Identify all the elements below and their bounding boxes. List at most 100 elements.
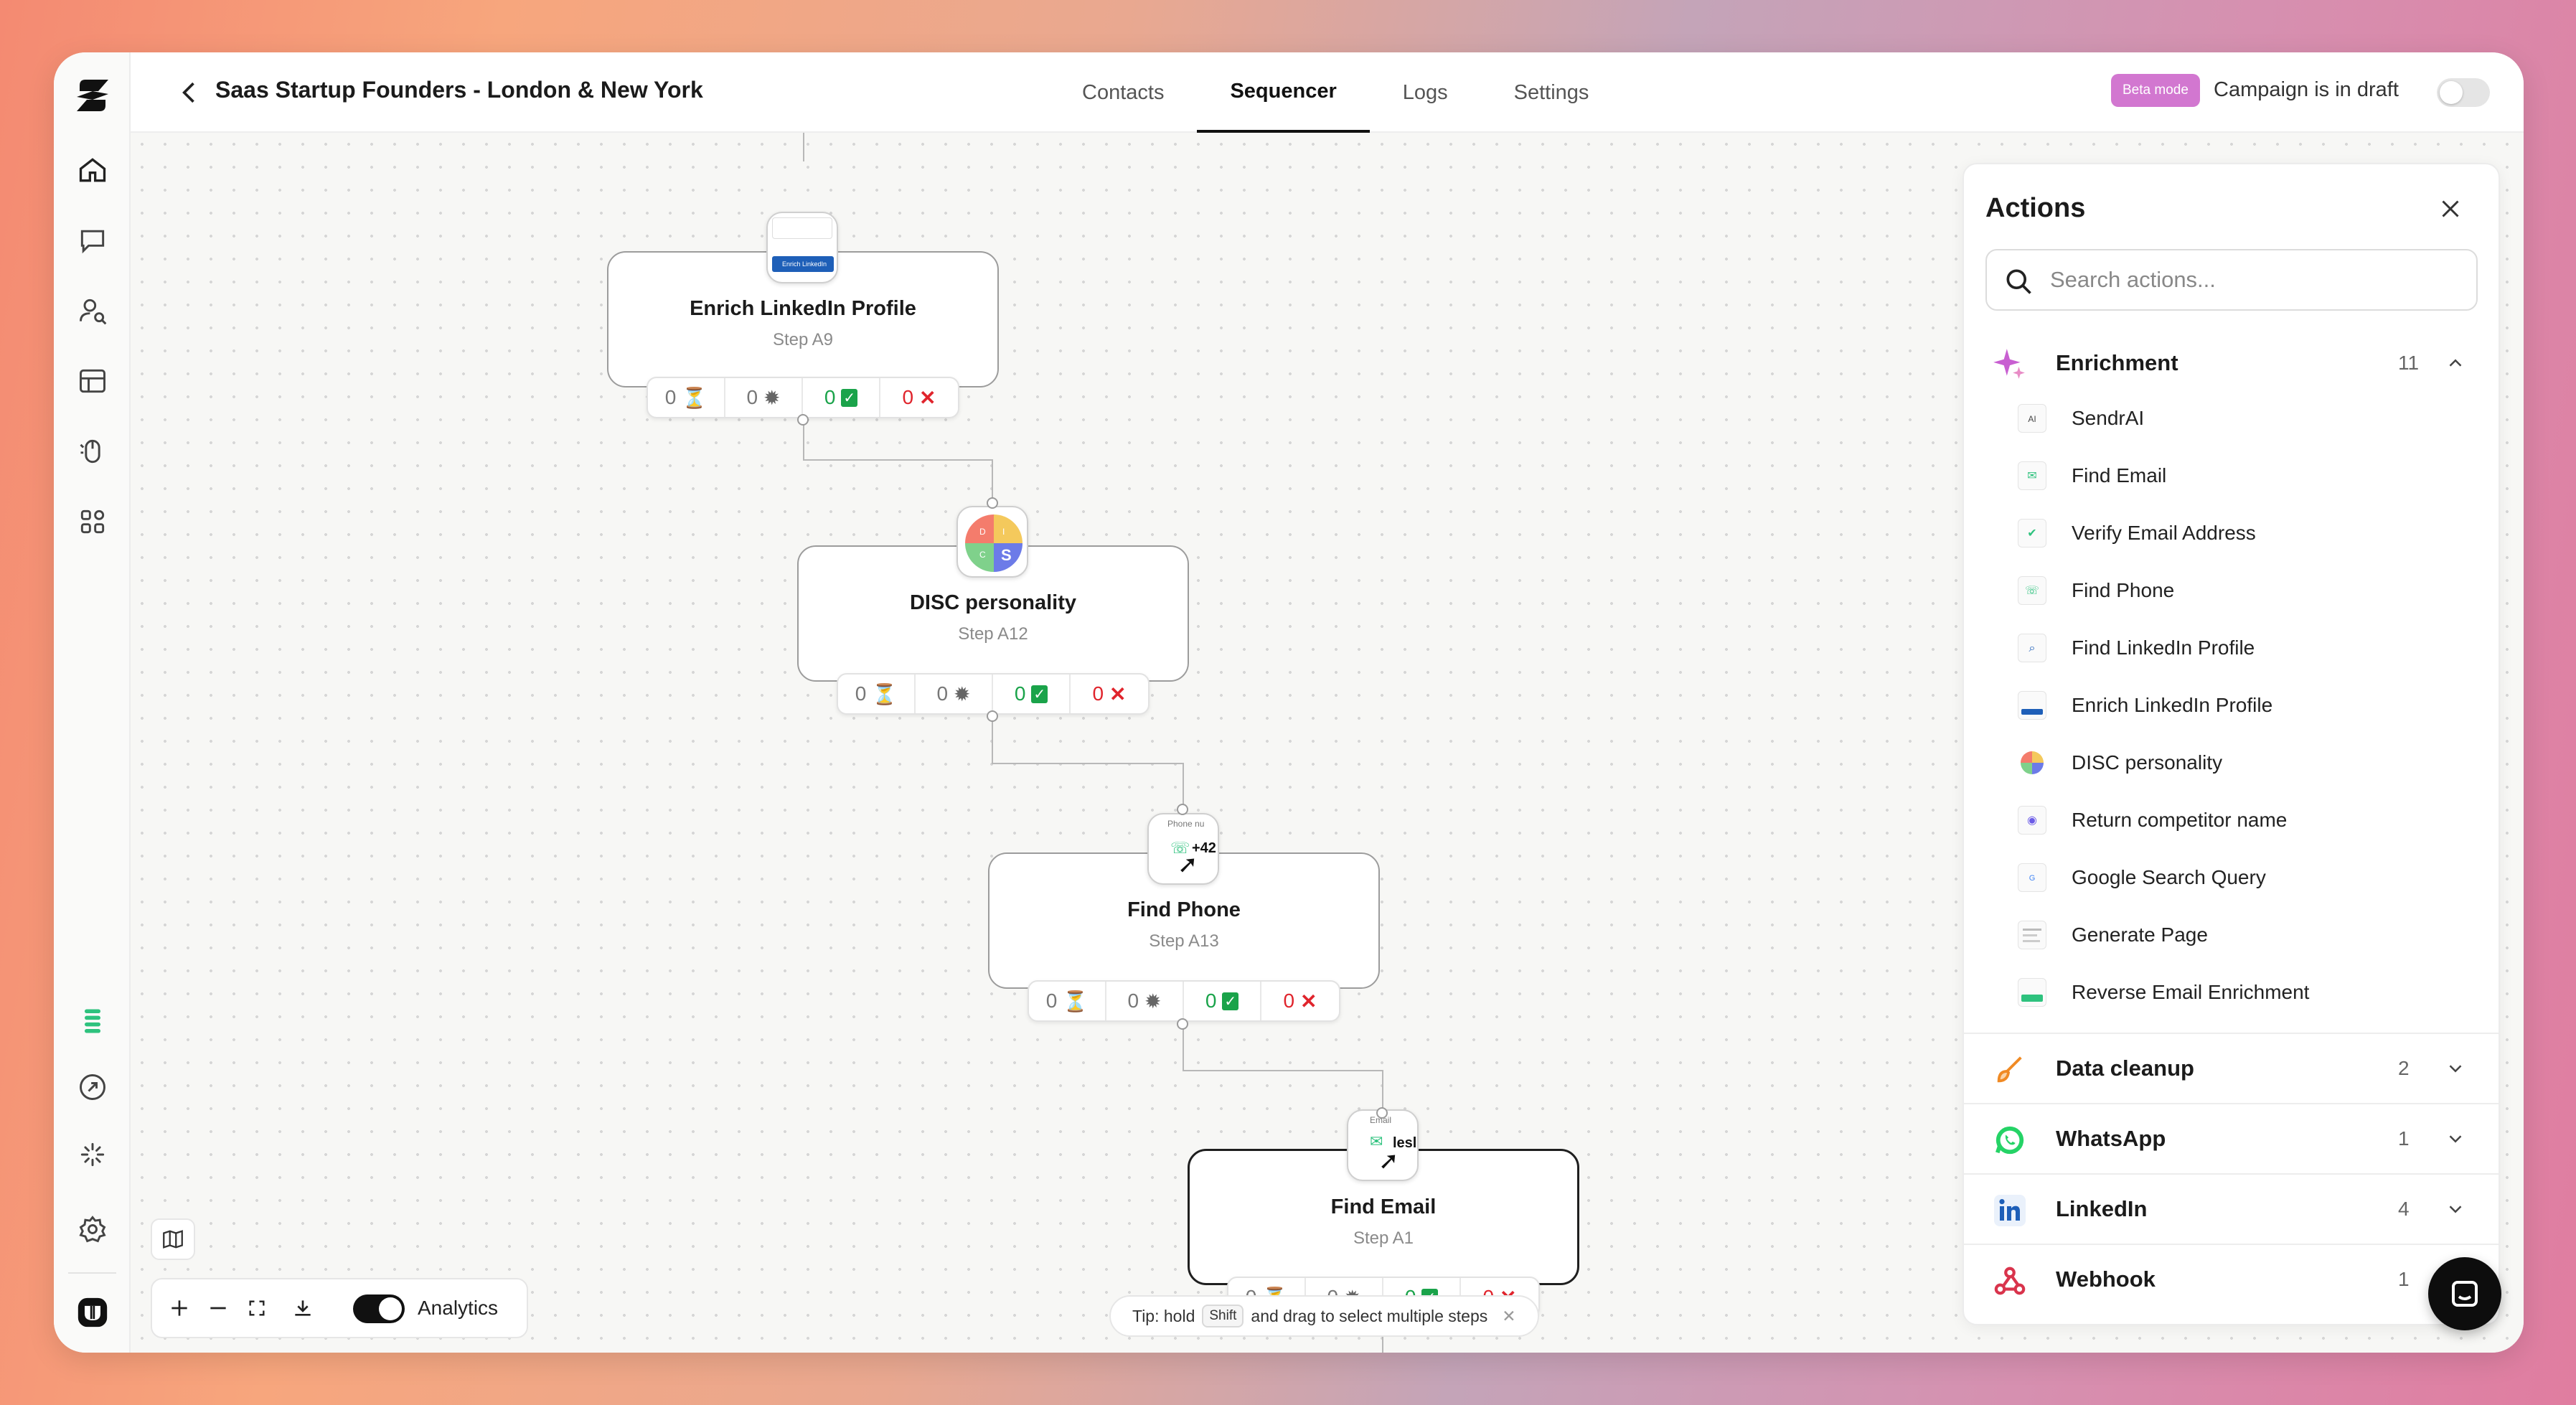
search-box[interactable]: [1985, 249, 2478, 311]
minus-icon: [210, 1307, 226, 1310]
cross-icon: ✕: [919, 386, 936, 409]
svg-text:D: D: [979, 527, 986, 537]
panel-title: Actions: [1985, 193, 2086, 223]
beta-badge: Beta mode: [2111, 74, 2200, 107]
search-input[interactable]: [2050, 263, 2452, 296]
loader-icon[interactable]: [74, 1136, 111, 1173]
cross-icon: ✕: [1300, 990, 1317, 1012]
cog-icon: ✹: [1144, 990, 1162, 1012]
action-item[interactable]: Enrich LinkedIn Profile: [1964, 677, 2499, 734]
disc-icon: D I C S: [956, 506, 1028, 578]
step-stats: 0⏳ 0✹ 0✓ 0✕: [837, 673, 1150, 715]
google-icon: G: [2018, 863, 2046, 892]
section-count: 2: [2398, 1057, 2410, 1079]
contacts-icon[interactable]: [74, 292, 111, 329]
tab-logs[interactable]: Logs: [1370, 52, 1481, 133]
tab-contacts[interactable]: Contacts: [1049, 52, 1197, 133]
input-handle[interactable]: [987, 497, 998, 509]
minimap-button[interactable]: [151, 1218, 195, 1260]
messages-icon[interactable]: [74, 222, 111, 259]
svg-text:C: C: [979, 550, 986, 560]
input-handle[interactable]: [1376, 1107, 1388, 1119]
section-enrichment[interactable]: Enrichment 11: [1964, 328, 2499, 398]
action-item[interactable]: G Google Search Query: [1964, 849, 2499, 906]
back-arrow-icon[interactable]: [174, 77, 205, 108]
tab-settings[interactable]: Settings: [1481, 52, 1622, 133]
publish-toggle[interactable]: [2437, 78, 2490, 107]
brush-icon: [1991, 1051, 2029, 1089]
action-item[interactable]: ✉ Find Email: [1964, 447, 2499, 504]
section-webhook[interactable]: Webhook 1: [1964, 1244, 2499, 1314]
fit-view-button[interactable]: [241, 1292, 273, 1324]
check-icon: ✓: [841, 388, 858, 407]
logo-icon[interactable]: [70, 72, 116, 118]
chat-launcher[interactable]: [2428, 1257, 2501, 1330]
action-item[interactable]: DISC personality: [1964, 734, 2499, 791]
connector: [1183, 763, 1184, 806]
zoom-out-button[interactable]: [202, 1292, 234, 1324]
apps-icon[interactable]: [74, 503, 111, 540]
tip-close-icon[interactable]: ✕: [1502, 1307, 1515, 1326]
section-count: 1: [2398, 1268, 2410, 1290]
chevron-down-icon[interactable]: [2445, 1058, 2466, 1079]
tab-sequencer[interactable]: Sequencer: [1197, 52, 1370, 133]
connector: [803, 459, 993, 461]
mouse-icon[interactable]: [74, 433, 111, 470]
table-icon[interactable]: [74, 362, 111, 400]
step-title: Enrich LinkedIn Profile: [690, 297, 916, 320]
chevron-down-icon[interactable]: [2445, 1198, 2466, 1220]
zoom-in-button[interactable]: [164, 1292, 195, 1324]
action-item[interactable]: Generate Page: [1964, 906, 2499, 964]
connector: [992, 763, 1184, 764]
email-icon: Email lesl ✉ ➚: [1347, 1109, 1419, 1181]
section-whatsapp[interactable]: WhatsApp 1: [1964, 1103, 2499, 1173]
workspace-avatar[interactable]: [74, 1294, 111, 1331]
cog-icon: ✹: [763, 386, 781, 409]
output-handle[interactable]: [797, 414, 809, 426]
reverse-email-icon: [2018, 978, 2046, 1007]
cog-icon: ✹: [954, 682, 971, 705]
analytics-toggle[interactable]: [353, 1294, 405, 1323]
action-item[interactable]: ✔ Verify Email Address: [1964, 504, 2499, 562]
linkedin-mini-label: Enrich LinkedIn: [772, 256, 834, 272]
close-icon[interactable]: [2438, 196, 2463, 222]
home-icon[interactable]: [74, 151, 111, 189]
action-item[interactable]: Reverse Email Enrichment: [1964, 964, 2499, 1021]
action-item[interactable]: ☏ Find Phone: [1964, 562, 2499, 619]
draft-status: Campaign is in draft: [2214, 78, 2399, 101]
input-handle[interactable]: [1177, 804, 1188, 815]
step-id: Step A12: [958, 624, 1028, 644]
connector: [1183, 1070, 1383, 1071]
cross-icon: ✕: [1109, 682, 1127, 705]
section-data-cleanup[interactable]: Data cleanup 2: [1964, 1033, 2499, 1103]
action-item[interactable]: AI SendrAI: [1964, 390, 2499, 447]
plus-icon: [171, 1300, 187, 1316]
rocket-icon[interactable]: [74, 1068, 111, 1106]
whatsapp-icon: [1991, 1122, 2029, 1159]
sendrai-icon: AI: [2018, 404, 2046, 433]
settings-gear-icon[interactable]: [74, 1211, 111, 1248]
tip-banner: Tip: hold Shift and drag to select multi…: [1109, 1295, 1539, 1337]
download-button[interactable]: [287, 1292, 319, 1324]
action-item[interactable]: ⌕ Find LinkedIn Profile: [1964, 619, 2499, 677]
linkedin-icon: [1991, 1192, 2029, 1229]
output-handle[interactable]: [987, 710, 998, 722]
step-stats: 0⏳ 0✹ 0✓ 0✕: [647, 377, 959, 418]
section-count: 4: [2398, 1198, 2410, 1220]
canvas-toolbar: Analytics: [151, 1278, 528, 1338]
action-item[interactable]: ◉ Return competitor name: [1964, 791, 2499, 849]
fullscreen-icon: [249, 1300, 265, 1316]
output-handle[interactable]: [1177, 1018, 1188, 1030]
chevron-up-icon[interactable]: [2445, 352, 2466, 374]
step-stats: 0⏳ 0✹ 0✓ 0✕: [1028, 980, 1340, 1022]
search-icon: [2006, 269, 2031, 294]
step-id: Step A13: [1149, 931, 1219, 951]
chevron-down-icon[interactable]: [2445, 1128, 2466, 1150]
enrich-linkedin-icon: [2018, 691, 2046, 720]
stack-icon[interactable]: [74, 1002, 111, 1040]
check-icon: ✓: [1031, 685, 1048, 703]
section-count: 11: [2398, 352, 2420, 374]
section-linkedin[interactable]: LinkedIn 4: [1964, 1173, 2499, 1244]
step-title: Find Phone: [1127, 898, 1241, 921]
hourglass-icon: ⏳: [682, 386, 708, 409]
